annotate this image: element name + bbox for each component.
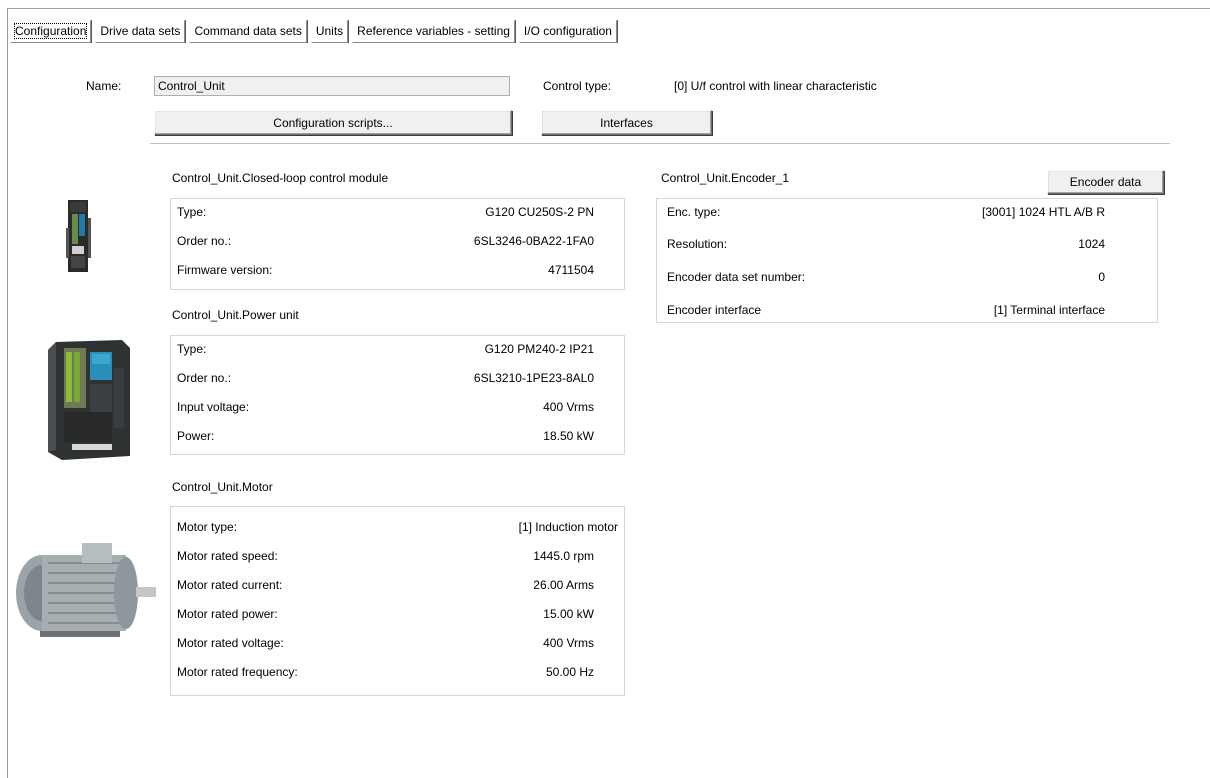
window-top-border: [8, 8, 1210, 9]
motor-title: Control_Unit.Motor: [172, 480, 273, 494]
motor-key: Motor rated speed:: [177, 549, 278, 563]
encoder-row: Enc. type: [3001] 1024 HTL A/B R: [667, 202, 1105, 222]
power-unit-key: Type:: [177, 342, 207, 356]
tab-drive-data-sets[interactable]: Drive data sets: [95, 20, 186, 43]
power-unit-key: Order no.:: [177, 371, 232, 385]
power-unit-value: 6SL3210-1PE23-8AL0: [473, 371, 594, 385]
motor-group: Motor type: [1] Induction motor Motor ra…: [170, 506, 625, 696]
power-unit-row: Order no.: 6SL3210-1PE23-8AL0: [177, 368, 618, 388]
induction-motor-icon: [16, 543, 156, 637]
motor-row: Motor rated frequency: 50.00 Hz: [177, 662, 618, 682]
motor-key: Motor rated current:: [177, 578, 283, 592]
power-unit-value: 18.50 kW: [543, 429, 594, 443]
control-module-row: Firmware version: 4711504: [177, 260, 618, 280]
power-unit-module-icon: [48, 340, 130, 460]
motor-value: 1445.0 rpm: [533, 549, 594, 563]
power-unit-key: Input voltage:: [177, 400, 250, 414]
encoder-key: Resolution:: [667, 237, 728, 251]
motor-key: Motor type:: [177, 520, 238, 534]
power-unit-key: Power:: [177, 429, 215, 443]
tab-command-data-sets[interactable]: Command data sets: [189, 20, 307, 43]
tab-io-configuration-label: I/O configuration: [523, 24, 612, 38]
tab-command-data-sets-label: Command data sets: [194, 24, 302, 38]
power-unit-row: Input voltage: 400 Vrms: [177, 397, 618, 417]
power-unit-row: Type: G120 PM240-2 IP21: [177, 339, 618, 359]
motor-value: 15.00 kW: [543, 607, 594, 621]
control-module-row: Order no.: 6SL3246-0BA22-1FA0: [177, 231, 618, 251]
power-unit-row: Power: 18.50 kW: [177, 426, 618, 446]
control-module-title: Control_Unit.Closed-loop control module: [172, 171, 389, 185]
interfaces-button[interactable]: Interfaces: [541, 110, 712, 135]
tab-units-label: Units: [315, 24, 344, 38]
tab-reference-variables-setting[interactable]: Reference variables - setting: [352, 20, 515, 43]
tab-configuration-label: Configuration: [13, 23, 88, 39]
encoder-row: Encoder data set number: 0: [667, 267, 1105, 287]
control-module-key: Firmware version:: [177, 263, 273, 277]
power-unit-group: Type: G120 PM240-2 IP21 Order no.: 6SL32…: [170, 335, 625, 455]
encoder-value: [3001] 1024 HTL A/B R: [982, 205, 1105, 219]
name-label: Name:: [86, 79, 122, 93]
control-type-label: Control type:: [543, 79, 612, 93]
encoder-key: Encoder data set number:: [667, 270, 806, 284]
tab-configuration[interactable]: Configuration: [10, 20, 92, 43]
motor-value: 400 Vrms: [543, 636, 594, 650]
control-module-group: Type: G120 CU250S-2 PN Order no.: 6SL324…: [170, 198, 625, 290]
motor-key: Motor rated power:: [177, 607, 278, 621]
encoder-group: Enc. type: [3001] 1024 HTL A/B R Resolut…: [656, 198, 1158, 323]
window-left-border: [7, 8, 8, 778]
control-module-value: 6SL3246-0BA22-1FA0: [473, 234, 594, 248]
motor-row: Motor rated speed: 1445.0 rpm: [177, 546, 618, 566]
control-unit-module-icon: [66, 200, 91, 272]
tab-reference-variables-label: Reference variables - setting: [357, 24, 510, 38]
motor-value: 50.00 Hz: [545, 665, 594, 679]
encoder-title: Control_Unit.Encoder_1: [661, 171, 790, 185]
motor-row: Motor rated current: 26.00 Arms: [177, 575, 618, 595]
tab-drive-data-sets-label: Drive data sets: [100, 24, 181, 38]
control-type-value: [0] U/f control with linear characterist…: [674, 79, 877, 93]
encoder-value: 0: [1098, 270, 1105, 284]
tab-io-configuration[interactable]: I/O configuration: [518, 20, 617, 43]
configuration-scripts-button[interactable]: Configuration scripts...: [154, 110, 512, 135]
header-separator: [150, 143, 1170, 144]
motor-value: [1] Induction motor: [518, 520, 618, 534]
encoder-key: Enc. type:: [667, 205, 721, 219]
encoder-value: [1] Terminal interface: [993, 303, 1105, 317]
tab-strip: Configuration Drive data sets Command da…: [10, 20, 621, 43]
power-unit-value: G120 PM240-2 IP21: [484, 342, 594, 356]
encoder-row: Resolution: 1024: [667, 234, 1105, 254]
motor-key: Motor rated frequency:: [177, 665, 298, 679]
name-field[interactable]: Control_Unit: [154, 76, 510, 96]
control-module-key: Type:: [177, 205, 207, 219]
motor-key: Motor rated voltage:: [177, 636, 284, 650]
encoder-value: 1024: [1078, 237, 1105, 251]
control-module-key: Order no.:: [177, 234, 232, 248]
motor-row: Motor type: [1] Induction motor: [177, 517, 618, 537]
tab-units[interactable]: Units: [310, 20, 349, 43]
control-module-value: G120 CU250S-2 PN: [485, 205, 594, 219]
motor-row: Motor rated voltage: 400 Vrms: [177, 633, 618, 653]
encoder-data-button[interactable]: Encoder data: [1047, 170, 1164, 194]
control-module-value: 4711504: [548, 263, 594, 277]
power-unit-value: 400 Vrms: [543, 400, 594, 414]
power-unit-title: Control_Unit.Power unit: [172, 308, 299, 322]
encoder-row: Encoder interface [1] Terminal interface: [667, 300, 1105, 320]
motor-row: Motor rated power: 15.00 kW: [177, 604, 618, 624]
motor-value: 26.00 Arms: [533, 578, 594, 592]
control-module-row: Type: G120 CU250S-2 PN: [177, 202, 618, 222]
encoder-key: Encoder interface: [667, 303, 762, 317]
